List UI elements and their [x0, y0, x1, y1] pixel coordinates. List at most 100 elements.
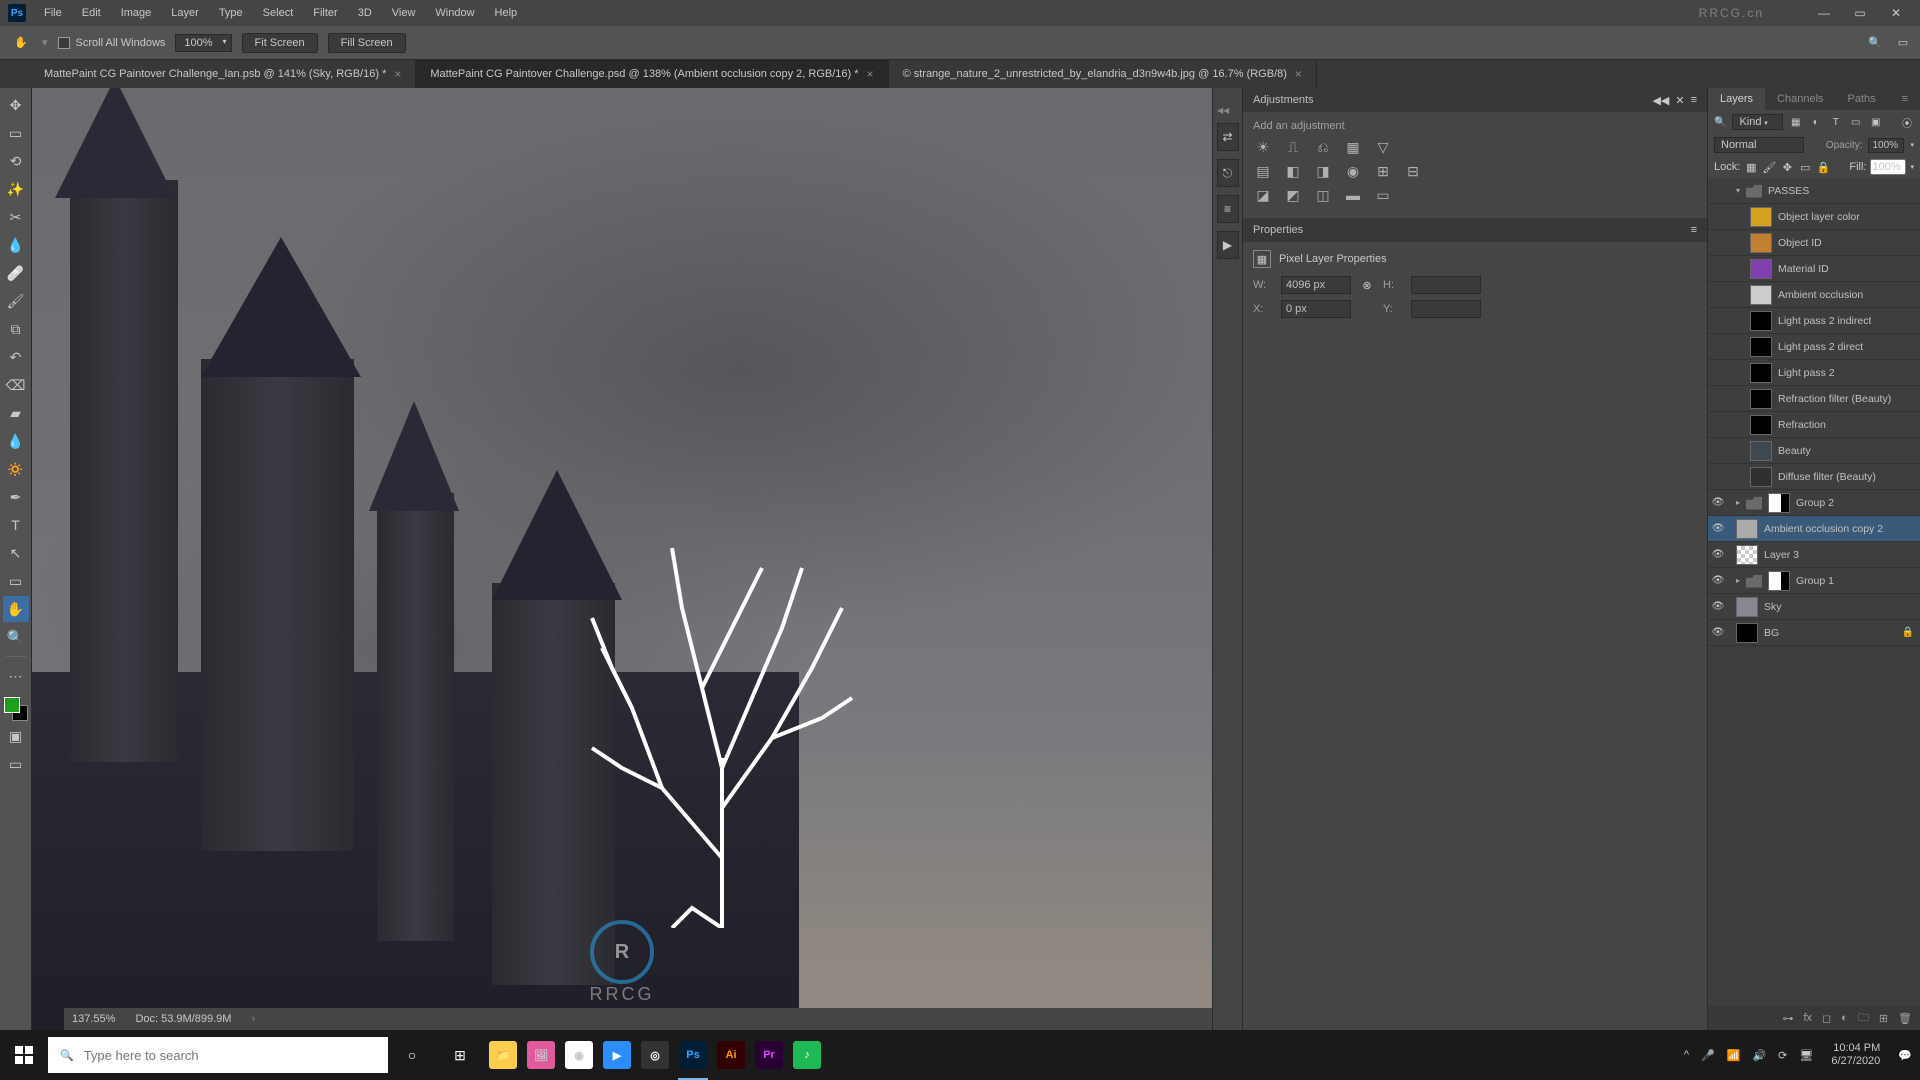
collapse-icon[interactable]: ◀◀: [1652, 94, 1669, 107]
layer-row[interactable]: 👁Layer 3: [1708, 542, 1920, 568]
menu-image[interactable]: Image: [113, 3, 160, 23]
color-swatches[interactable]: [4, 697, 28, 721]
visibility-toggle[interactable]: 👁: [1708, 601, 1728, 612]
opacity-input[interactable]: [1868, 138, 1904, 153]
layer-thumbnail[interactable]: [1750, 285, 1772, 305]
layer-thumbnail[interactable]: [1750, 259, 1772, 279]
layer-row[interactable]: Refraction: [1708, 412, 1920, 438]
close-icon[interactable]: ×: [1295, 67, 1302, 81]
app-photos[interactable]: 🖼: [522, 1030, 560, 1080]
layer-thumbnail[interactable]: [1736, 545, 1758, 565]
cortana-icon[interactable]: ○: [388, 1030, 436, 1080]
layer-row[interactable]: 👁▸Group 2: [1708, 490, 1920, 516]
hand-tool[interactable]: ✋: [3, 596, 29, 622]
filter-shape-icon[interactable]: ▭: [1849, 115, 1863, 129]
x-input[interactable]: [1281, 300, 1351, 318]
blur-tool[interactable]: 💧: [3, 428, 29, 454]
delete-layer-icon[interactable]: 🗑: [1898, 1012, 1912, 1025]
search-icon[interactable]: 🔍: [1866, 34, 1884, 52]
tray-display-icon[interactable]: 🖥: [1799, 1049, 1813, 1062]
filter-type-icon[interactable]: T: [1829, 115, 1843, 129]
marquee-tool[interactable]: ▭: [3, 120, 29, 146]
y-input[interactable]: [1411, 300, 1481, 318]
panel-menu-icon[interactable]: ≡: [1691, 94, 1697, 107]
filter-smart-icon[interactable]: ▣: [1869, 115, 1883, 129]
collapsed-panel-2[interactable]: ⎋: [1217, 159, 1239, 187]
photo-filter-icon[interactable]: ◉: [1343, 162, 1363, 180]
selective-color-icon[interactable]: ▭: [1373, 186, 1393, 204]
menu-layer[interactable]: Layer: [163, 3, 207, 23]
clone-stamp-tool[interactable]: ⧉: [3, 316, 29, 342]
panel-menu-icon[interactable]: ≡: [1890, 88, 1920, 110]
start-button[interactable]: [0, 1030, 48, 1080]
hue-saturation-icon[interactable]: ▤: [1253, 162, 1273, 180]
brightness-contrast-icon[interactable]: ☀: [1253, 138, 1273, 156]
layer-thumbnail[interactable]: [1750, 311, 1772, 331]
app-file-explorer[interactable]: 📁: [484, 1030, 522, 1080]
type-tool[interactable]: T: [3, 512, 29, 538]
exposure-icon[interactable]: ▦: [1343, 138, 1363, 156]
new-adjustment-icon[interactable]: ◐: [1841, 1012, 1848, 1024]
channel-mixer-icon[interactable]: ⊞: [1373, 162, 1393, 180]
collapsed-panel-4[interactable]: ▶: [1217, 231, 1239, 259]
color-balance-icon[interactable]: ◧: [1283, 162, 1303, 180]
menu-filter[interactable]: Filter: [305, 3, 345, 23]
document-canvas[interactable]: R RRCG 人人素材 137.55% Doc: 53.9M/899.9M ›: [32, 88, 1212, 1030]
menu-window[interactable]: Window: [427, 3, 482, 23]
height-input[interactable]: [1411, 276, 1481, 294]
window-minimize[interactable]: —: [1808, 4, 1840, 22]
foreground-color-swatch[interactable]: [4, 697, 20, 713]
filter-pixel-icon[interactable]: ▦: [1789, 115, 1803, 129]
tray-overflow-icon[interactable]: ^: [1684, 1049, 1689, 1061]
panel-menu-icon[interactable]: ≡: [1691, 224, 1697, 236]
taskbar-clock[interactable]: 10:04 PM 6/27/2020: [1825, 1042, 1886, 1068]
window-maximize[interactable]: ▭: [1844, 4, 1876, 22]
zoom-level-select[interactable]: 100%▾: [175, 34, 231, 52]
move-tool[interactable]: ✥: [3, 92, 29, 118]
fit-screen-button[interactable]: Fit Screen: [242, 33, 318, 53]
lock-all-icon[interactable]: 🔒: [1816, 160, 1830, 174]
link-layers-icon[interactable]: ⊶: [1782, 1012, 1793, 1025]
layer-thumbnail[interactable]: [1750, 337, 1772, 357]
tray-volume-icon[interactable]: 🔊: [1752, 1049, 1766, 1062]
menu-help[interactable]: Help: [487, 3, 526, 23]
healing-brush-tool[interactable]: 🩹: [3, 260, 29, 286]
gradient-map-icon[interactable]: ▬: [1343, 186, 1363, 204]
levels-icon[interactable]: ⎍: [1283, 138, 1303, 156]
eraser-tool[interactable]: ⌫: [3, 372, 29, 398]
filter-adjustment-icon[interactable]: ◐: [1809, 115, 1823, 129]
brush-tool[interactable]: 🖌: [3, 288, 29, 314]
magic-wand-tool[interactable]: ✨: [3, 176, 29, 202]
layer-row[interactable]: Beauty: [1708, 438, 1920, 464]
layer-thumbnail[interactable]: [1750, 415, 1772, 435]
notifications-icon[interactable]: 💬: [1898, 1049, 1912, 1062]
visibility-toggle[interactable]: 👁: [1708, 549, 1728, 560]
width-input[interactable]: [1281, 276, 1351, 294]
lasso-tool[interactable]: ⟲: [3, 148, 29, 174]
layer-row[interactable]: ▾PASSES: [1708, 178, 1920, 204]
tab-channels[interactable]: Channels: [1765, 88, 1835, 110]
layer-mask-thumb[interactable]: [1768, 571, 1790, 591]
layer-row[interactable]: 👁▸Group 1: [1708, 568, 1920, 594]
edit-toolbar[interactable]: ⋯: [3, 663, 29, 689]
visibility-toggle[interactable]: 👁: [1708, 627, 1728, 638]
link-wh-icon[interactable]: ⊗: [1359, 279, 1375, 292]
tab-layers[interactable]: Layers: [1708, 88, 1765, 110]
app-zoom[interactable]: ▶: [598, 1030, 636, 1080]
curves-icon[interactable]: ⎌: [1313, 138, 1333, 156]
layer-filter-select[interactable]: Kind ▾: [1732, 114, 1782, 130]
menu-edit[interactable]: Edit: [74, 3, 109, 23]
invert-icon[interactable]: ◪: [1253, 186, 1273, 204]
layer-mask-thumb[interactable]: [1768, 493, 1790, 513]
chevron-right-icon[interactable]: ›: [251, 1013, 255, 1025]
tray-mic-icon[interactable]: 🎤: [1701, 1049, 1715, 1062]
app-illustrator[interactable]: Ai: [712, 1030, 750, 1080]
layer-thumbnail[interactable]: [1736, 597, 1758, 617]
tray-wifi-icon[interactable]: 📶: [1727, 1049, 1741, 1062]
tab-paths[interactable]: Paths: [1836, 88, 1888, 110]
close-icon[interactable]: ×: [867, 67, 874, 81]
scroll-all-windows-checkbox[interactable]: Scroll All Windows: [58, 37, 166, 49]
visibility-toggle[interactable]: 👁: [1708, 523, 1728, 534]
app-obs[interactable]: ◎: [636, 1030, 674, 1080]
layer-thumbnail[interactable]: [1736, 519, 1758, 539]
